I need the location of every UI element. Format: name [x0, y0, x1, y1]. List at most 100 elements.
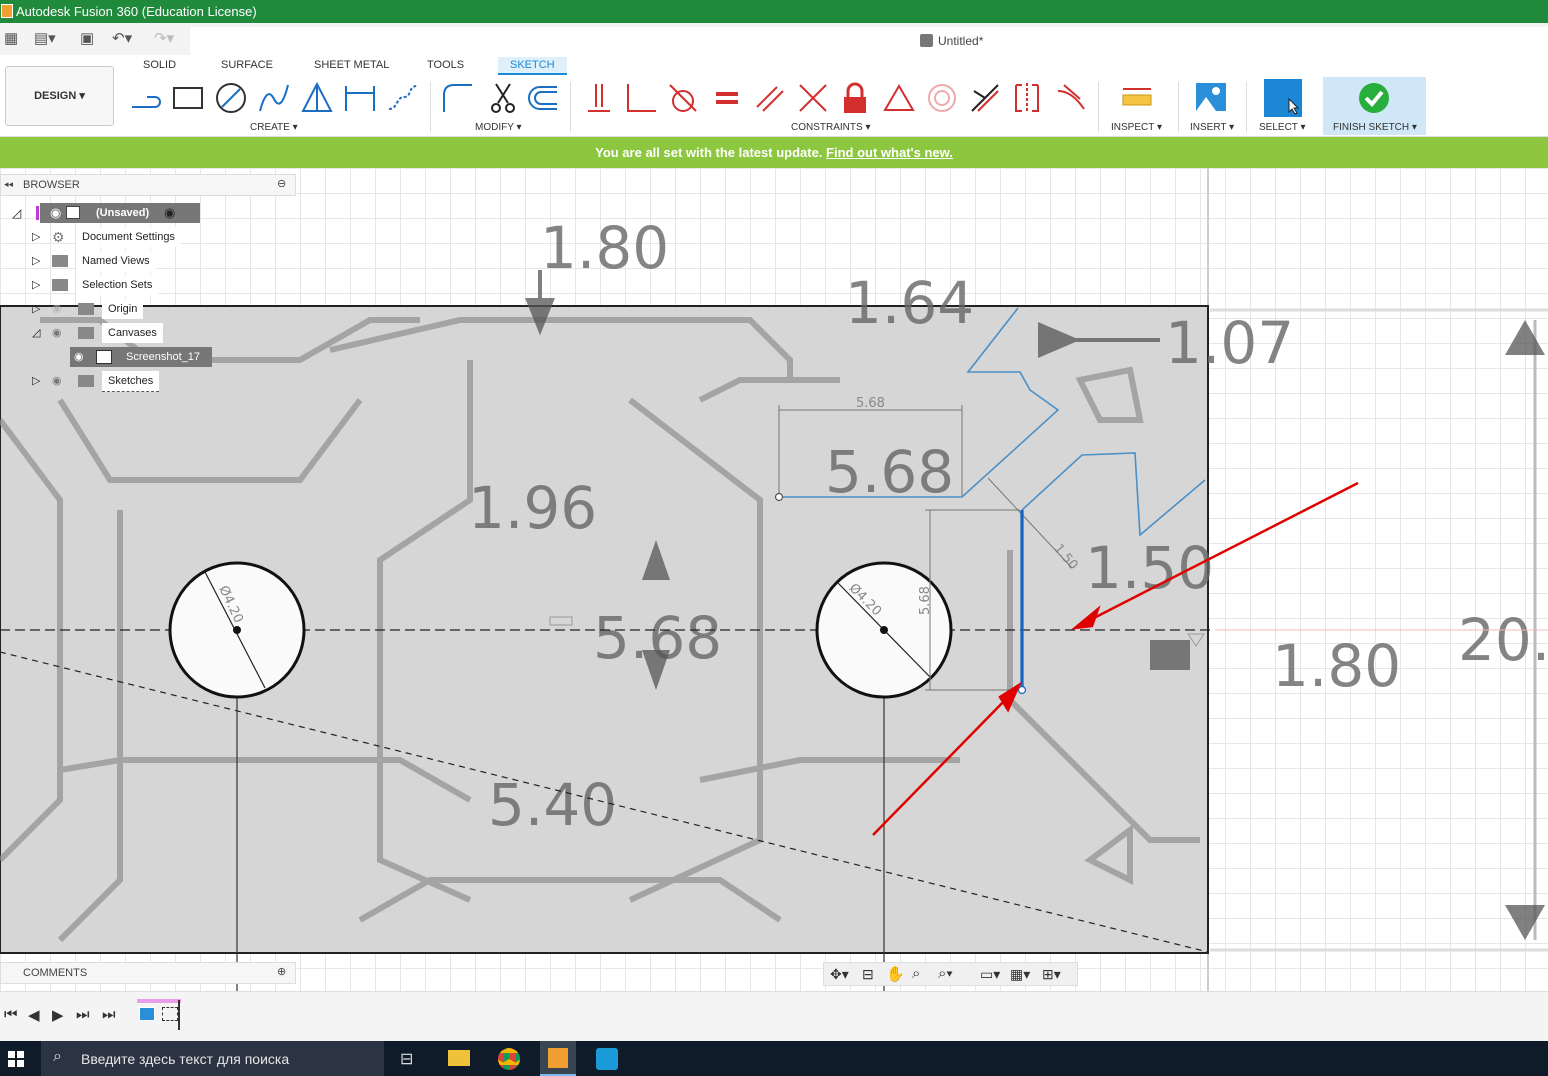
browser-item-origin[interactable]: ▷ ◉ Origin	[32, 299, 192, 319]
file-menu-icon[interactable]: ▤▾	[34, 29, 56, 49]
select-menu[interactable]: SELECT ▾	[1259, 122, 1306, 133]
whats-new-link[interactable]: Find out what's new.	[826, 145, 953, 160]
step-back-icon[interactable]: ◀	[28, 1006, 40, 1024]
timeline-marker[interactable]	[178, 1000, 186, 1030]
orbit-icon[interactable]: ✥▾	[830, 966, 849, 983]
tab-surface[interactable]: SURFACE	[221, 59, 273, 71]
browser-item-named-views[interactable]: ▷ Named Views	[32, 251, 192, 271]
design-canvas[interactable]: 1.80 1.64 1.07 1.96 5.68 1.50 1.80 20. 5…	[0, 168, 1548, 991]
coincident-constraint-icon[interactable]	[582, 81, 616, 115]
image-dim-8: 20.	[1458, 606, 1548, 674]
expand-arrow-icon[interactable]: ▷	[32, 275, 40, 295]
spline-tool-icon[interactable]	[386, 81, 420, 115]
polygon-tool-icon[interactable]	[300, 81, 334, 115]
pan-hand-icon[interactable]: ✋	[886, 965, 905, 983]
collapse-triangle-icon[interactable]: ◿	[32, 323, 40, 343]
inspect-menu[interactable]: INSPECT ▾	[1111, 122, 1162, 133]
browser-item-document-settings[interactable]: ▷ ⚙ Document Settings	[32, 227, 192, 247]
tab-tools[interactable]: TOOLS	[427, 59, 464, 71]
tangent-constraint-icon[interactable]	[666, 81, 700, 115]
measure-ruler-icon[interactable]	[1120, 81, 1154, 115]
go-to-end-icon[interactable]: ⏭	[102, 1006, 116, 1023]
panel-minus-icon[interactable]: ⊖	[277, 177, 286, 190]
tab-sketch[interactable]: SKETCH	[498, 57, 567, 75]
hidden-eye-icon[interactable]: ◉	[52, 299, 62, 319]
expand-arrow-icon[interactable]: ▷	[32, 299, 40, 319]
fit-icon[interactable]: ⌕▾	[938, 965, 953, 982]
browser-item-selection-sets[interactable]: ▷ Selection Sets	[32, 275, 192, 295]
app-grid-icon[interactable]: ▦	[4, 29, 18, 49]
grid-settings-icon[interactable]: ▦▾	[1010, 966, 1030, 983]
look-at-icon[interactable]: ⊟	[862, 966, 874, 983]
select-cursor-icon[interactable]	[1264, 79, 1302, 117]
concentric-constraint-icon[interactable]	[925, 81, 959, 115]
midpoint-constraint-icon[interactable]	[968, 81, 1002, 115]
cortana-app-icon[interactable]	[596, 1048, 618, 1070]
modify-menu[interactable]: MODIFY ▾	[475, 122, 522, 133]
visibility-eye-icon[interactable]: ◉	[52, 323, 62, 343]
document-title[interactable]: Untitled*	[938, 34, 983, 48]
fusion-taskbar-button[interactable]	[540, 1041, 576, 1076]
chrome-icon[interactable]	[498, 1048, 520, 1070]
tab-sheet-metal[interactable]: SHEET METAL	[314, 59, 389, 71]
search-placeholder: Введите здесь текст для поиска	[81, 1051, 290, 1067]
tab-solid[interactable]: SOLID	[143, 59, 176, 71]
equal-constraint-icon[interactable]	[710, 81, 744, 115]
create-menu[interactable]: CREATE ▾	[250, 122, 298, 133]
fix-constraint-lock-icon[interactable]	[838, 81, 872, 115]
redo-icon[interactable]: ↷▾	[154, 29, 174, 49]
curvature-constraint-icon[interactable]	[1054, 81, 1088, 115]
expand-arrow-icon[interactable]: ▷	[32, 251, 40, 271]
dim-horizontal-568[interactable]: 5.68	[856, 396, 885, 411]
windows-start-icon[interactable]	[8, 1051, 24, 1067]
browser-item-canvases[interactable]: ◿ ◉ Canvases	[32, 323, 192, 343]
expand-arrow-icon[interactable]: ▷	[32, 227, 40, 247]
task-view-icon[interactable]: ⊟	[400, 1049, 413, 1069]
display-settings-icon[interactable]: ▭▾	[980, 966, 1000, 983]
visibility-eye-icon[interactable]: ◉	[50, 203, 61, 223]
circle-tool-icon[interactable]	[214, 81, 248, 115]
visibility-eye-icon[interactable]: ◉	[52, 371, 62, 391]
trim-scissors-icon[interactable]	[486, 81, 520, 115]
constraints-menu[interactable]: CONSTRAINTS ▾	[791, 122, 870, 133]
canvas-feature-icon[interactable]	[139, 1007, 155, 1021]
activate-radio-icon[interactable]: ◉	[164, 203, 175, 223]
visibility-eye-icon[interactable]: ◉	[74, 347, 84, 367]
fillet-tool-icon[interactable]	[441, 81, 475, 115]
browser-item-screenshot[interactable]: ◉ Screenshot_17	[70, 347, 212, 367]
slot-tool-icon[interactable]	[343, 81, 377, 115]
collapse-panel-icon[interactable]: ◂◂	[4, 179, 13, 190]
line-tool-icon[interactable]	[129, 81, 163, 115]
browser-item-sketches[interactable]: ▷ ◉ Sketches	[32, 371, 192, 392]
image-dim-3: 1.07	[1165, 309, 1294, 377]
insert-image-icon[interactable]	[1194, 81, 1228, 115]
symmetry-constraint-icon[interactable]	[1010, 81, 1044, 115]
sketch-feature-icon[interactable]	[162, 1007, 178, 1021]
dim-vertical-568[interactable]: 5.68	[918, 586, 933, 615]
taskbar-search[interactable]: ⌕ Введите здесь текст для поиска	[41, 1041, 384, 1076]
image-dim-4: 1.96	[468, 474, 597, 542]
perpendicular-constraint-icon[interactable]	[624, 81, 658, 115]
expand-triangle-icon[interactable]: ◿	[12, 203, 21, 223]
undo-icon[interactable]: ↶▾	[112, 29, 132, 49]
comments-add-icon[interactable]: ⊕	[277, 965, 286, 978]
parallel-constraint-icon[interactable]	[753, 81, 787, 115]
finish-sketch-button[interactable]: FINISH SKETCH ▾	[1323, 77, 1426, 135]
viewports-icon[interactable]: ⊞▾	[1042, 966, 1061, 983]
perpendicular2-constraint-icon[interactable]	[796, 81, 830, 115]
step-forward-icon[interactable]: ⏭	[76, 1006, 90, 1023]
arc-tool-icon[interactable]	[257, 81, 291, 115]
horizontal-vertical-constraint-icon[interactable]	[882, 81, 916, 115]
workspace-switcher[interactable]: DESIGN ▾	[5, 66, 114, 126]
insert-menu[interactable]: INSERT ▾	[1190, 122, 1234, 133]
play-icon[interactable]: ▶	[52, 1006, 64, 1024]
offset-tool-icon[interactable]	[526, 81, 560, 115]
rectangle-tool-icon[interactable]	[171, 81, 205, 115]
comments-panel[interactable]: COMMENTS ⊕	[0, 962, 296, 984]
save-icon[interactable]: ▣	[80, 29, 94, 49]
file-explorer-icon[interactable]	[448, 1050, 470, 1066]
browser-root-node[interactable]: ◿ ◉ (Unsaved) ◉	[12, 203, 200, 223]
go-to-start-icon[interactable]: ⏮	[4, 1006, 18, 1023]
expand-arrow-icon[interactable]: ▷	[32, 371, 40, 391]
zoom-icon[interactable]: ⌕	[912, 965, 920, 982]
